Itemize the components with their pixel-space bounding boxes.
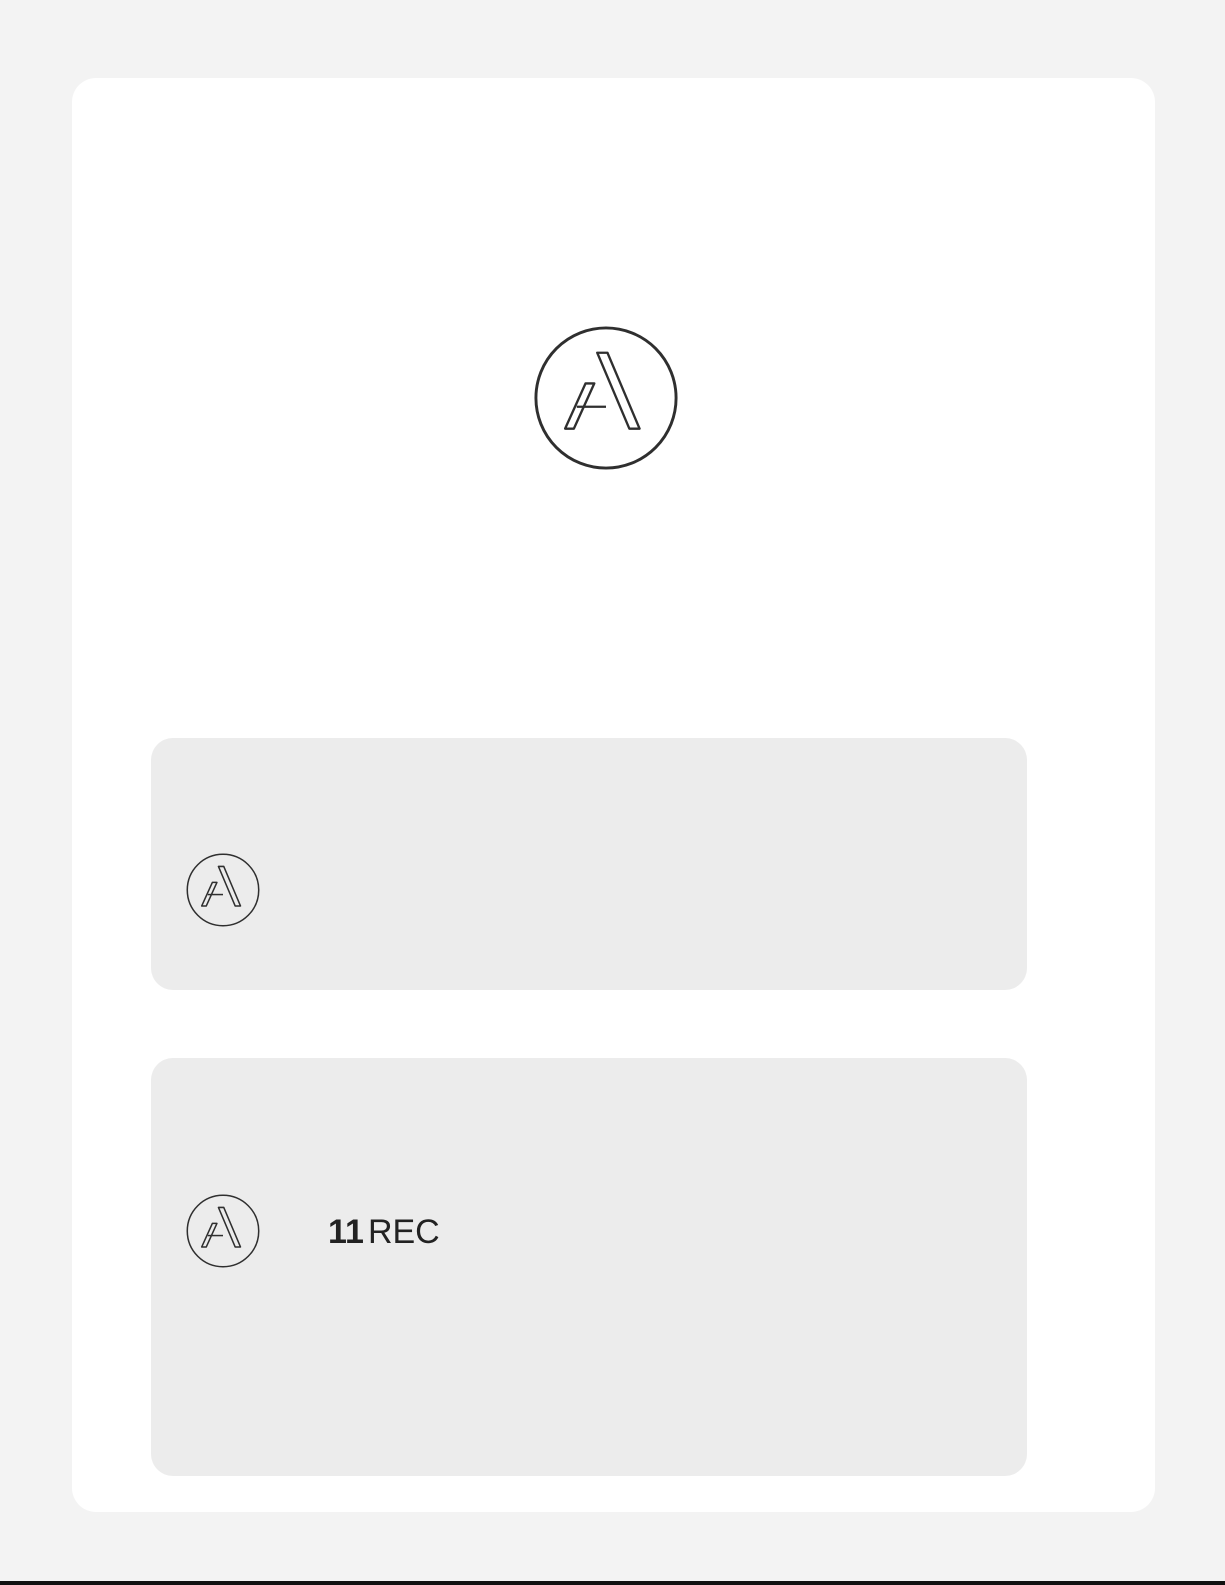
rec-unit: REC (367, 1213, 440, 1251)
rec-count: 11 (328, 1213, 364, 1251)
a-monogram-logo-icon (186, 853, 260, 927)
a-monogram-logo-icon (186, 1194, 260, 1268)
bottom-rule (0, 1581, 1225, 1585)
a-monogram-logo-icon (534, 326, 678, 470)
panel-second (151, 1058, 1027, 1476)
rec-count-label: 11 REC (328, 1210, 440, 1254)
panel-first (151, 738, 1027, 990)
